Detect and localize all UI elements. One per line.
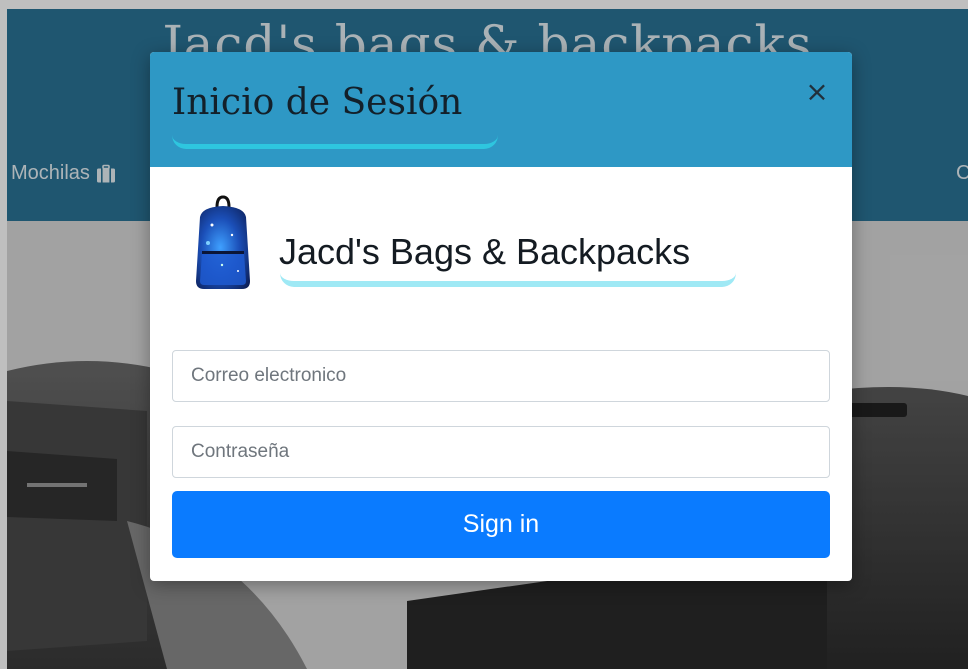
brand-underline	[280, 265, 736, 287]
sign-in-button[interactable]: Sign in	[172, 491, 830, 558]
backpack-icon	[196, 195, 250, 289]
password-field[interactable]	[172, 426, 830, 478]
title-underline	[172, 126, 498, 149]
login-modal: Inicio de Sesión × Jacd's Bags & Backpac…	[150, 52, 852, 581]
modal-title: Inicio de Sesión	[172, 82, 463, 123]
close-button[interactable]: ×	[803, 77, 831, 107]
email-field[interactable]	[172, 350, 830, 402]
brand-row: Jacd's Bags & Backpacks	[192, 195, 812, 291]
modal-header: Inicio de Sesión ×	[150, 52, 852, 167]
